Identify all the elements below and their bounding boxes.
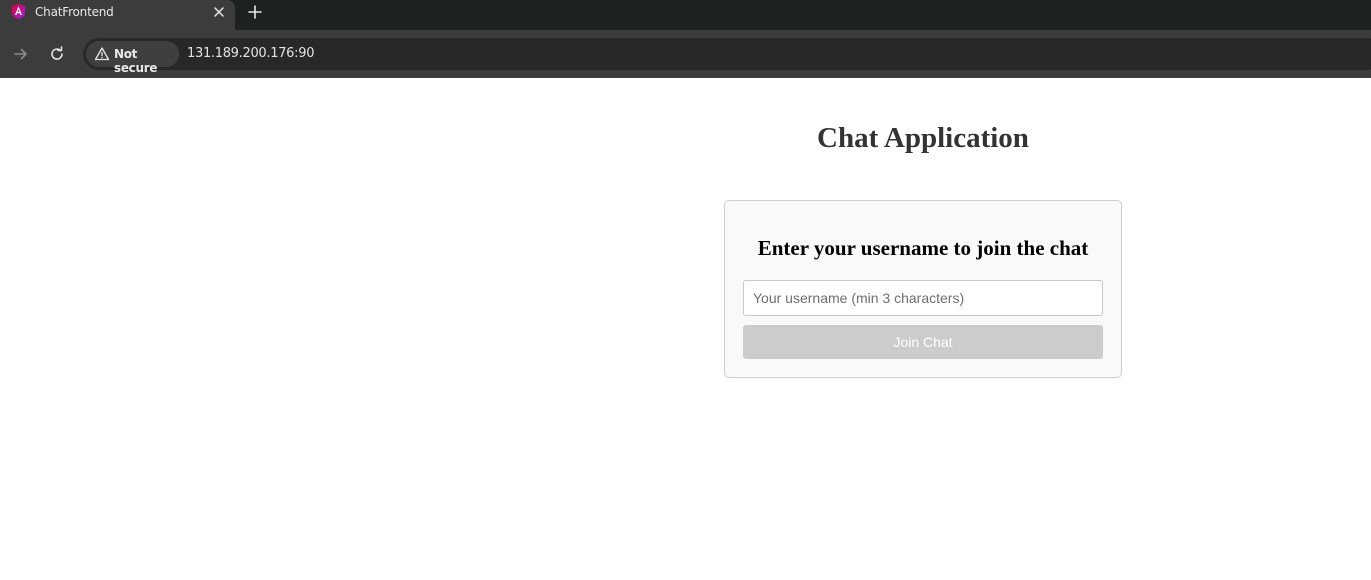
arrow-right-icon[interactable] — [11, 44, 31, 64]
tab-title: ChatFrontend — [35, 5, 114, 19]
tab-strip: ChatFrontend — [0, 0, 1371, 30]
angular-logo-icon — [11, 3, 26, 20]
url-text[interactable]: 131.189.200.176:90 — [187, 46, 314, 61]
browser-toolbar: Not secure 131.189.200.176:90 — [0, 30, 1371, 78]
join-card-heading: Enter your username to join the chat — [757, 236, 1089, 260]
plus-icon[interactable] — [246, 3, 264, 21]
reload-icon[interactable] — [47, 44, 67, 64]
username-input[interactable] — [743, 280, 1103, 316]
page-content: Chat Application Enter your username to … — [0, 78, 1371, 580]
security-label: Not secure — [114, 47, 158, 75]
security-chip[interactable]: Not secure — [86, 41, 179, 75]
join-chat-button[interactable]: Join Chat — [743, 325, 1103, 359]
warning-triangle-icon — [94, 47, 110, 61]
join-card: Enter your username to join the chat Joi… — [724, 200, 1122, 378]
close-icon[interactable] — [211, 4, 227, 20]
browser-tab-active[interactable]: ChatFrontend — [0, 0, 235, 30]
page-title: Chat Application — [817, 122, 1029, 154]
address-bar[interactable]: Not secure 131.189.200.176:90 — [83, 38, 1371, 75]
